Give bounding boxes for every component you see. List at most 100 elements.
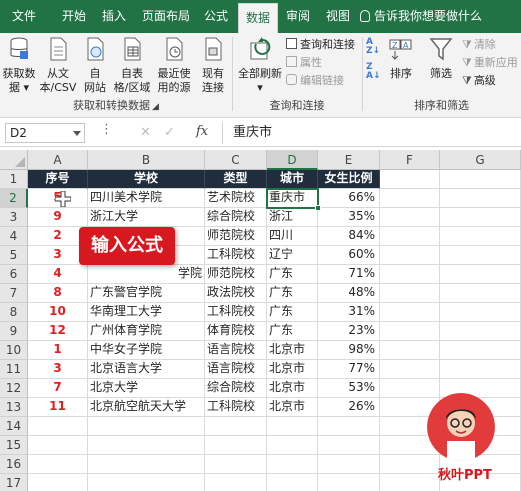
row-header-3[interactable]: 3 [0,208,28,227]
index-cell[interactable]: 11 [28,398,88,417]
dialog-launcher-icon[interactable]: ◢ [152,102,159,112]
empty-cell[interactable] [380,265,440,284]
type-cell[interactable]: 政法院校 [205,284,267,303]
empty-cell[interactable] [205,474,267,491]
index-cell[interactable]: 3 [28,360,88,379]
table-header-cell[interactable]: 城市 [267,170,318,189]
column-header-c[interactable]: C [205,150,267,170]
city-cell[interactable]: 广东 [267,284,318,303]
advanced-filter-button[interactable]: ⧩ 高级 [462,74,496,88]
city-cell[interactable]: 辽宁 [267,246,318,265]
index-cell[interactable]: 9 [28,208,88,227]
name-box[interactable]: D2 [5,123,85,143]
tab-home[interactable]: 开始 [54,0,94,33]
female-ratio-cell[interactable]: 98% [318,341,380,360]
type-cell[interactable]: 体育院校 [205,322,267,341]
city-cell[interactable]: 北京市 [267,379,318,398]
sort-button[interactable]: ZA 排序 [384,35,418,95]
table-header-cell[interactable]: 序号 [28,170,88,189]
index-cell[interactable]: 12 [28,322,88,341]
row-header-9[interactable]: 9 [0,322,28,341]
empty-cell[interactable] [380,455,440,474]
select-all-button[interactable] [0,150,28,170]
row-header-10[interactable]: 10 [0,341,28,360]
empty-cell[interactable] [28,436,88,455]
empty-cell[interactable] [440,265,521,284]
female-ratio-cell[interactable]: 66% [318,189,380,208]
type-cell[interactable]: 综合院校 [205,208,267,227]
empty-cell[interactable] [380,284,440,303]
empty-cell[interactable] [380,341,440,360]
empty-cell[interactable] [88,474,205,491]
edit-links-button[interactable]: 编辑链接 [286,74,344,88]
table-header-cell[interactable]: 学校 [88,170,205,189]
empty-cell[interactable] [440,227,521,246]
get-data-button[interactable]: 获取数 据 ▾ [2,35,36,95]
row-header-4[interactable]: 4 [0,227,28,246]
empty-cell[interactable] [318,455,380,474]
city-cell[interactable]: 北京市 [267,398,318,417]
empty-cell[interactable] [267,474,318,491]
clear-filter-button[interactable]: ⧩ 清除 [462,38,496,52]
city-cell[interactable]: 北京市 [267,360,318,379]
empty-cell[interactable] [440,322,521,341]
tab-insert[interactable]: 插入 [94,0,134,33]
empty-cell[interactable] [380,360,440,379]
empty-cell[interactable] [205,417,267,436]
empty-cell[interactable] [440,246,521,265]
recent-sources-button[interactable]: 最近使 用的源 [154,35,194,95]
row-header-2[interactable]: 2 [0,189,28,208]
female-ratio-cell[interactable]: 71% [318,265,380,284]
school-cell[interactable]: 广州体育学院 [88,322,205,341]
row-header-12[interactable]: 12 [0,379,28,398]
tab-data[interactable]: 数据 [238,3,278,33]
school-cell[interactable]: 北京大学 [88,379,205,398]
tab-review[interactable]: 审阅 [278,0,318,33]
refresh-all-button[interactable]: 全部刷新 ▾ [236,35,284,95]
row-header-17[interactable]: 17 [0,474,28,491]
row-header-14[interactable]: 14 [0,417,28,436]
empty-cell[interactable] [380,379,440,398]
school-cell[interactable]: 北京语言大学 [88,360,205,379]
type-cell[interactable]: 语言院校 [205,341,267,360]
type-cell[interactable]: 艺术院校 [205,189,267,208]
school-cell[interactable]: 学院 [88,265,205,284]
row-header-5[interactable]: 5 [0,246,28,265]
from-table-range-button[interactable]: 自表 格/区域 [112,35,152,95]
index-cell[interactable]: 10 [28,303,88,322]
city-cell[interactable]: 重庆市 [267,189,318,208]
tab-formulas[interactable]: 公式 [196,0,236,33]
tab-file[interactable]: 文件 [4,0,44,33]
type-cell[interactable]: 工科院校 [205,398,267,417]
city-cell[interactable]: 广东 [267,322,318,341]
queries-connections-button[interactable]: 查询和连接 [286,38,355,52]
column-header-a[interactable]: A [28,150,88,170]
female-ratio-cell[interactable]: 77% [318,360,380,379]
empty-cell[interactable] [380,246,440,265]
empty-cell[interactable] [267,455,318,474]
empty-cell[interactable] [440,208,521,227]
formula-input[interactable]: 重庆市 [222,122,518,144]
column-header-b[interactable]: B [88,150,205,170]
row-header-15[interactable]: 15 [0,436,28,455]
empty-cell[interactable] [88,436,205,455]
city-cell[interactable]: 浙江 [267,208,318,227]
row-header-8[interactable]: 8 [0,303,28,322]
empty-cell[interactable] [380,227,440,246]
index-cell[interactable]: 7 [28,379,88,398]
row-header-13[interactable]: 13 [0,398,28,417]
enter-icon[interactable]: ✓ [164,125,175,140]
female-ratio-cell[interactable]: 84% [318,227,380,246]
empty-cell[interactable] [440,360,521,379]
type-cell[interactable]: 师范院校 [205,265,267,284]
empty-cell[interactable] [28,455,88,474]
empty-cell[interactable] [440,170,521,189]
city-cell[interactable]: 广东 [267,303,318,322]
city-cell[interactable]: 广东 [267,265,318,284]
existing-connections-button[interactable]: 现有 连接 [198,35,228,95]
table-header-cell[interactable]: 类型 [205,170,267,189]
type-cell[interactable]: 语言院校 [205,360,267,379]
from-web-button[interactable]: 自 网站 [80,35,110,95]
empty-cell[interactable] [380,189,440,208]
female-ratio-cell[interactable]: 31% [318,303,380,322]
